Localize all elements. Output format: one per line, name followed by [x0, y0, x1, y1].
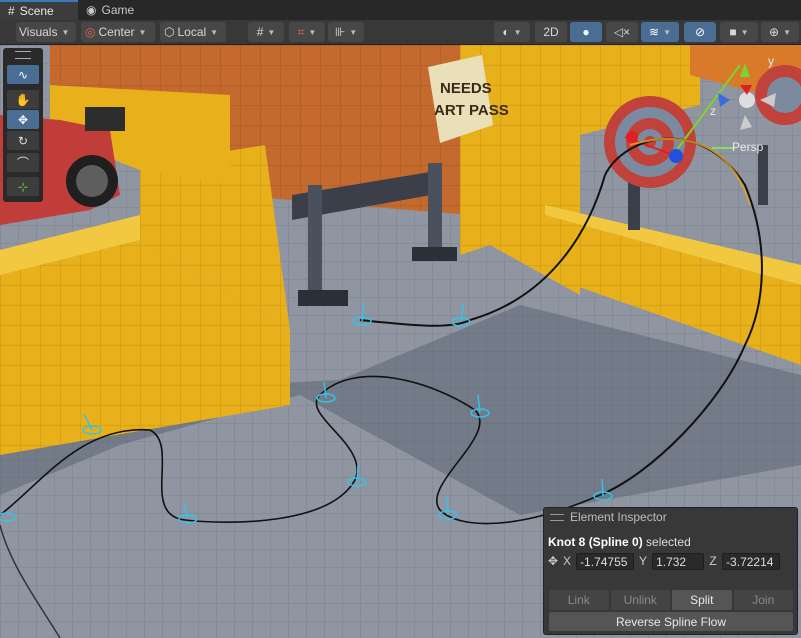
chevron-down-icon: ▼ [61, 27, 70, 37]
tab-bar: # Scene ◉ Game [0, 0, 801, 20]
audio-toggle[interactable]: ◁× [606, 22, 638, 42]
space-dropdown[interactable]: ⬡ Local ▼ [160, 22, 226, 42]
visuals-dropdown[interactable]: Visuals ▼ [16, 22, 76, 42]
lighting-toggle[interactable]: ● [570, 22, 602, 42]
gizmo-axis-y: y [768, 54, 774, 68]
element-inspector: Element Inspector Knot 8 (Spline 0) sele… [543, 507, 798, 635]
sign-text-1: NEEDS [440, 80, 492, 97]
spline-icon: ∿ [17, 67, 29, 82]
rotate-tool[interactable]: ↻ [7, 131, 39, 150]
chevron-down-icon: ▼ [349, 27, 358, 37]
move-icon: ✥ [17, 112, 29, 127]
position-x-input[interactable]: -1.74755 [576, 552, 635, 570]
pivot-dropdown[interactable]: ◎ Center ▼ [81, 22, 155, 42]
chevron-down-icon: ▼ [210, 27, 219, 37]
snap-settings-button[interactable]: ⊪ ▼ [328, 22, 364, 42]
layers-icon: ≋ [649, 25, 660, 39]
chevron-down-icon: ▼ [308, 27, 317, 37]
gamepad-icon: ◉ [86, 3, 97, 17]
effects-toggle[interactable]: ≋ ▼ [641, 22, 679, 42]
selection-label: Knot 8 (Spline 0) selected [548, 535, 691, 549]
position-z-input[interactable]: -3.72214 [722, 552, 781, 570]
position-y-input[interactable]: 1.732 [652, 552, 705, 570]
scene-toolbar: Visuals ▼ ◎ Center ▼ ⬡ Local ▼ # ▼ ⌗ ▼ ⊪ ▼ ◐ ▼ … [0, 20, 801, 45]
camera-settings-button[interactable]: ■ ▼ [720, 22, 758, 42]
knot-add-icon: ⊹ [17, 179, 29, 194]
gizmos-button[interactable]: ⊕ ▼ [761, 22, 799, 42]
spline-tools-overlay: ∿ ✋ ✥ ↻ ⌒ ⊹ [3, 48, 43, 202]
inspector-header[interactable]: Element Inspector [544, 508, 797, 526]
split-button[interactable]: Split [672, 590, 732, 610]
move-tool[interactable]: ✥ [7, 110, 39, 129]
shading-icon: ◐ [502, 25, 510, 39]
cube-icon: ⬡ [164, 25, 175, 39]
chevron-down-icon: ▼ [663, 27, 671, 37]
drag-handle[interactable] [15, 51, 31, 59]
move-icon: ✥ [548, 554, 559, 568]
toggle-2d-button[interactable]: 2D [535, 22, 567, 42]
inspector-title: Element Inspector [570, 510, 667, 524]
grid-snap-button[interactable]: # ▼ [248, 22, 284, 42]
increment-snap-icon: ⌗ [297, 24, 305, 39]
camera-icon: ■ [729, 25, 737, 39]
pivot-icon: ◎ [85, 25, 96, 39]
persp-label[interactable]: Persp [732, 140, 763, 154]
chevron-down-icon: ▼ [513, 27, 522, 37]
join-button[interactable]: Join [733, 590, 793, 610]
lightbulb-icon: ● [582, 25, 590, 39]
hand-icon: ✋ [15, 92, 31, 107]
globe-icon: ⊕ [769, 25, 780, 39]
chevron-down-icon: ▼ [740, 27, 749, 37]
bezier-icon: ⌒ [16, 156, 29, 170]
knot-actions: Link Unlink Split Join [549, 590, 793, 610]
chevron-down-icon: ▼ [138, 27, 147, 37]
tab-scene[interactable]: # Scene [0, 0, 78, 20]
sign-text-2: ART PASS [434, 102, 509, 119]
drag-handle-icon [550, 513, 564, 521]
grid-icon: # [8, 4, 15, 18]
unlink-button[interactable]: Unlink [610, 590, 670, 610]
chevron-down-icon: ▼ [783, 27, 791, 37]
increment-snap-button[interactable]: ⌗ ▼ [289, 22, 325, 42]
visibility-toggle[interactable]: ⊘ [684, 22, 716, 42]
speaker-off-icon: ◁× [613, 25, 631, 39]
eye-slash-icon: ⊘ [694, 25, 706, 39]
link-button[interactable]: Link [549, 590, 609, 610]
gizmo-axis-z: z [710, 104, 716, 118]
hand-tool[interactable]: ✋ [7, 90, 39, 109]
tab-game[interactable]: ◉ Game [78, 0, 164, 20]
spline-draw-tool[interactable]: ∿ [7, 65, 39, 84]
ruler-icon: ⊪ [334, 25, 346, 39]
knot-placement-tool[interactable]: ⊹ [7, 177, 39, 196]
grid-snap-icon: # [256, 25, 264, 39]
reverse-spline-flow-button[interactable]: Reverse Spline Flow [549, 612, 793, 631]
position-field: ✥ X -1.74755 Y 1.732 Z -3.72214 [548, 551, 794, 571]
rotate-icon: ↻ [17, 133, 29, 148]
spline-edit-tool[interactable]: ⌒ [7, 153, 39, 172]
draw-mode-button[interactable]: ◐ ▼ [494, 22, 530, 42]
chevron-down-icon: ▼ [267, 27, 276, 37]
